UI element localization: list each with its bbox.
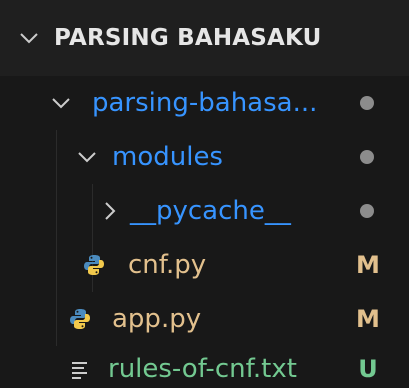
- tree-item-parsing-bahasaku-folder[interactable]: parsing-bahasa...: [0, 76, 409, 130]
- tree-item-label: app.py: [112, 304, 202, 334]
- section-title: PARSING BAHASAKU: [54, 25, 322, 51]
- file-explorer: PARSING BAHASAKU parsing-bahasa... modul…: [0, 0, 409, 388]
- git-status-badge: M: [356, 305, 380, 333]
- tree-item-cnf-py-file[interactable]: cnf.py M: [0, 238, 409, 292]
- tree-item-rules-of-cnf-txt-file[interactable]: rules-of-cnf.txt U: [0, 342, 409, 388]
- tree-item-pycache-folder[interactable]: __pycache__: [0, 184, 409, 238]
- chevron-down-icon: [20, 33, 38, 44]
- tree-item-label: cnf.py: [128, 250, 207, 280]
- tree-item-label: __pycache__: [130, 196, 291, 226]
- python-file-icon: [70, 309, 90, 329]
- explorer-section-header[interactable]: PARSING BAHASAKU: [0, 0, 409, 76]
- chevron-down-icon: [78, 152, 96, 163]
- git-status-badge: U: [358, 355, 378, 383]
- chevron-down-icon: [52, 98, 70, 109]
- tree-item-label: modules: [112, 142, 223, 172]
- tree-item-modules-folder[interactable]: modules: [0, 130, 409, 184]
- modified-dot-badge: [360, 204, 374, 218]
- tree-item-label: parsing-bahasa...: [92, 88, 318, 118]
- tree-item-app-py-file[interactable]: app.py M: [0, 292, 409, 346]
- chevron-right-icon: [105, 202, 116, 220]
- git-status-badge: M: [356, 251, 380, 279]
- modified-dot-badge: [360, 96, 374, 110]
- text-file-icon: [72, 362, 87, 379]
- modified-dot-badge: [360, 150, 374, 164]
- tree-item-label: rules-of-cnf.txt: [108, 354, 297, 384]
- python-file-icon: [84, 255, 104, 275]
